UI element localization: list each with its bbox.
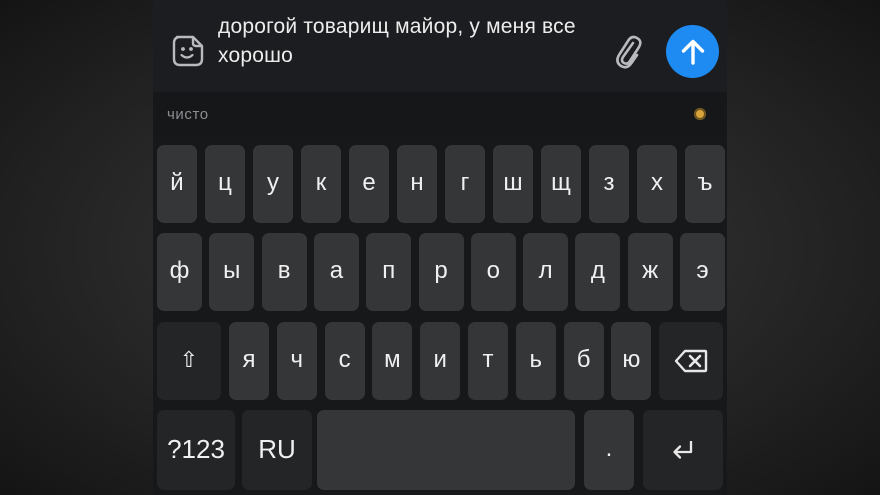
backspace-key[interactable] [659,322,723,400]
key-row1-6-label: г [460,169,470,196]
key-row2-6[interactable]: о [470,233,516,311]
send-button[interactable] [666,25,719,78]
return-icon [673,441,693,459]
key-row2-6-label: о [486,257,500,284]
key-row2-9-label: ж [642,257,659,284]
key-row3-4-label: и [433,346,447,373]
key-row2-4-label: п [382,257,396,284]
suggestion-strip: чисто [153,92,727,138]
key-row2-10[interactable]: э [680,233,725,311]
key-row3-3-label: м [384,346,401,373]
space-key[interactable] [317,410,575,490]
sticker-icon[interactable] [171,34,205,68]
key-row1-11-label: ъ [697,169,713,196]
suggestion-word[interactable]: чисто [167,106,209,123]
message-input[interactable]: дорогой товарищ майор, у меня все хорошо [218,12,618,70]
key-row3-3[interactable]: м [372,322,413,400]
key-row3-5[interactable]: т [468,322,508,400]
phone-screen: дорогой товарищ майор, у меня все хорошо… [153,0,727,495]
key-row3-1-label: ч [290,346,304,373]
key-row3-6-label: ь [529,346,543,373]
key-row1-0[interactable]: й [157,145,197,223]
key-row1-5[interactable]: н [397,145,437,223]
key-row1-4-label: е [362,169,376,196]
screen: дорогой товарищ майор, у меня все хорошо… [0,0,880,495]
shift-key[interactable]: ⇧ [157,322,221,400]
key-row2-0-label: ф [169,257,190,284]
key-row3-8-label: ю [622,346,641,373]
key-row2-10-label: э [696,257,709,284]
key-row2-2-label: в [277,257,291,284]
key-row1-10-label: х [651,169,663,196]
language-key-label: RU [258,434,296,464]
backspace-icon [674,349,708,373]
key-row1-2-label: у [267,169,279,196]
voice-indicator-dot [694,108,706,120]
key-row3-5-label: т [482,346,494,373]
key-row1-9-label: з [603,169,615,196]
shift-key-label: ⇧ [179,347,199,372]
key-row3-4[interactable]: и [420,322,461,400]
key-row3-6[interactable]: ь [515,322,556,400]
period-key-label: . [605,435,613,462]
key-row2-1-label: ы [223,257,241,284]
key-row2-0[interactable]: ф [157,233,202,311]
symbols-key-label: ?123 [167,434,225,464]
key-row1-1[interactable]: ц [205,145,245,223]
key-row3-2[interactable]: с [324,322,365,400]
message-compose-bar: дорогой товарищ майор, у меня все хорошо [153,0,727,92]
key-row1-5-label: н [410,169,424,196]
key-row3-2-label: с [338,346,351,373]
key-row3-0-label: я [242,346,256,373]
key-row1-8[interactable]: щ [541,145,581,223]
key-row2-2[interactable]: в [261,233,307,311]
key-row2-1[interactable]: ы [209,233,255,311]
key-row2-8-label: д [590,257,605,284]
key-row1-7-label: ш [503,169,523,196]
key-row3-0[interactable]: я [229,322,269,400]
key-row3-8[interactable]: ю [611,322,652,400]
key-row2-5-label: р [434,257,448,284]
key-row1-0-label: й [170,169,184,196]
period-key[interactable]: . [584,410,634,490]
key-row3-7-label: б [576,346,591,373]
key-row1-1-label: ц [218,169,232,196]
key-row1-6[interactable]: г [445,145,485,223]
key-row1-7[interactable]: ш [493,145,533,223]
key-row3-7[interactable]: б [563,322,604,400]
key-row2-9[interactable]: ж [627,233,673,311]
key-row1-11[interactable]: ъ [685,145,725,223]
enter-key[interactable] [643,410,723,490]
symbols-key[interactable]: ?123 [157,410,235,490]
arrow-up-icon [681,39,704,65]
key-row1-8-label: щ [551,169,571,196]
paperclip-icon[interactable] [613,34,643,70]
key-row2-3[interactable]: а [313,233,359,311]
key-row1-2[interactable]: у [253,145,293,223]
key-row2-4[interactable]: п [366,233,412,311]
key-row2-8[interactable]: д [575,233,621,311]
key-row2-7[interactable]: л [523,233,569,311]
key-row1-3-label: к [315,169,327,196]
key-row1-9[interactable]: з [589,145,629,223]
key-row3-1[interactable]: ч [276,322,317,400]
key-row1-10[interactable]: х [637,145,677,223]
key-row1-3[interactable]: к [301,145,341,223]
key-row2-3-label: а [329,257,344,284]
key-row2-5[interactable]: р [418,233,464,311]
language-key[interactable]: RU [242,410,312,490]
key-row2-7-label: л [538,257,553,284]
key-row1-4[interactable]: е [349,145,389,223]
